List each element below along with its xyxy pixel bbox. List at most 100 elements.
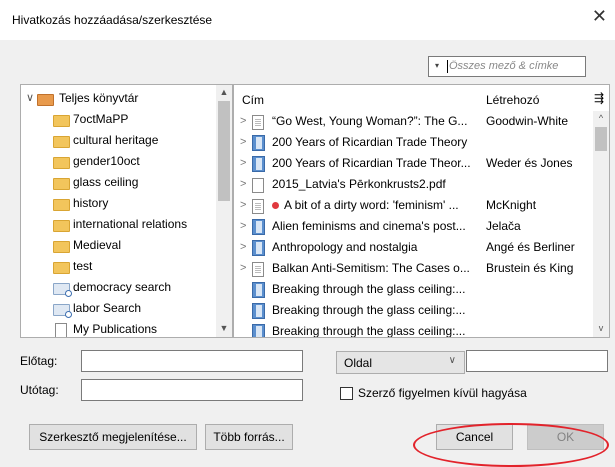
item-row[interactable]: > A bit of a dirty word: 'feminism' ... Mc… [234,195,596,216]
item-row[interactable]: >200 Years of Ricardian Trade Theor... We… [234,153,596,174]
saved-search-icon [53,304,72,318]
collection-item[interactable]: glass ceiling [21,172,216,193]
item-title: 200 Years of Ricardian Trade Theory [272,135,468,149]
text-caret [447,60,448,73]
publications-icon [55,323,67,337]
collection-root-label: Teljes könyvtár [59,91,139,105]
item-title: Alien feminisms and cinema's post... [272,219,466,233]
folder-icon [53,136,70,148]
items-pane[interactable]: Cím Létrehozó ⇶ > “Go West, Young Woman?”… [233,84,610,338]
scroll-thumb[interactable] [218,101,230,201]
expand-chevron-icon[interactable]: > [240,132,246,153]
collection-item[interactable]: 7octMaPP [21,109,216,130]
column-header-title[interactable]: Cím [242,93,264,107]
item-row[interactable]: > Alien feminisms and cinema's post... Jel… [234,216,596,237]
collapse-chevron-icon[interactable]: ∨ [26,88,34,109]
item-title: Breaking through the glass ceiling:... [272,282,466,296]
scroll-down-icon[interactable]: ▼ [216,323,232,333]
red-tag-dot-icon [272,202,279,209]
folder-icon [53,262,70,274]
collection-item[interactable]: gender10oct [21,151,216,172]
book-icon [252,135,265,151]
item-row[interactable]: Breaking through the glass ceiling:... [234,300,596,321]
collection-item[interactable]: test [21,256,216,277]
item-creator: Brustein és King [486,261,574,275]
collection-item[interactable]: labor Search [21,298,216,319]
prefix-input[interactable] [81,350,303,372]
scroll-up-icon[interactable]: ▲ [216,87,232,97]
item-creator: Weder és Jones [486,156,573,170]
document-icon [252,262,264,277]
expand-chevron-icon[interactable]: > [240,111,246,132]
book-icon [252,303,265,319]
collection-root[interactable]: ∨ Teljes könyvtár [21,88,216,109]
pdf-icon [252,178,264,193]
item-row[interactable]: Breaking through the glass ceiling:... [234,279,596,300]
item-row[interactable]: > Balkan Anti-Semitism: The Cases o... Bru… [234,258,596,279]
locator-select-value: Oldal [344,356,373,370]
close-icon[interactable]: ✕ [592,6,607,27]
expand-chevron-icon[interactable]: > [240,195,246,216]
show-editor-button[interactable]: Szerkesztő megjelenítése... [29,424,197,450]
collection-item-label: 7octMaPP [73,112,129,126]
expand-chevron-icon[interactable]: > [240,216,246,237]
collection-item-label: labor Search [73,301,142,315]
title-bar: Hivatkozás hozzáadása/szerkesztése ✕ [0,0,615,40]
expand-chevron-icon[interactable]: > [240,174,246,195]
collection-item[interactable]: democracy search [21,277,216,298]
expand-chevron-icon[interactable]: > [240,258,246,279]
locator-select[interactable]: Oldal ∨ [336,351,465,374]
item-title: 200 Years of Ricardian Trade Theor... [272,156,471,170]
collection-item-label: history [73,196,109,210]
collection-item[interactable]: My Publications [21,319,216,337]
collection-item-label: gender10oct [73,154,140,168]
book-icon [252,282,265,298]
collection-item-label: glass ceiling [73,175,139,189]
item-title: “Go West, Young Woman?”: The G... [272,114,468,128]
folder-icon [53,199,70,211]
item-row[interactable]: > Anthropology and nostalgia Angé és Berli… [234,237,596,258]
item-row[interactable]: >2015_Latvia's Pērkonkrusts2.pdf [234,174,596,195]
scroll-thumb[interactable] [595,127,607,151]
collection-item[interactable]: Medieval [21,235,216,256]
folder-icon [53,178,70,190]
expand-chevron-icon[interactable]: > [240,153,246,174]
folder-icon [53,220,70,232]
suffix-label: Utótag: [20,383,59,397]
locator-input[interactable] [466,350,608,372]
column-picker-icon[interactable]: ⇶ [594,91,604,105]
collection-item-label: cultural heritage [73,133,159,147]
items-scrollbar[interactable]: ^ v [593,111,609,337]
chevron-down-icon: ∨ [448,355,456,366]
item-row[interactable]: >200 Years of Ricardian Trade Theory [234,132,596,153]
item-row[interactable]: Breaking through the glass ceiling:... [234,321,596,338]
item-title: Breaking through the glass ceiling:... [272,303,466,317]
book-icon [252,240,265,256]
book-icon [252,219,265,235]
search-box[interactable]: ▾ [428,56,586,77]
omit-author-label[interactable]: Szerző figyelmen kívül hagyása [358,386,527,400]
folder-icon [53,157,70,169]
saved-search-icon [53,283,72,297]
search-input[interactable] [449,58,579,74]
prefix-label: Előtag: [20,354,58,368]
column-header-creator[interactable]: Létrehozó [486,93,539,107]
collections-scrollbar[interactable]: ▲ ▼ [216,85,232,337]
collection-item[interactable]: cultural heritage [21,130,216,151]
item-row[interactable]: > “Go West, Young Woman?”: The G... Goodwi… [234,111,596,132]
expand-chevron-icon[interactable]: > [240,237,246,258]
omit-author-checkbox[interactable] [340,387,353,400]
scroll-up-icon[interactable]: ^ [593,113,609,123]
search-mode-dropdown-icon[interactable]: ▾ [435,61,439,70]
red-highlight-ellipse [413,423,609,467]
item-title: A bit of a dirty word: 'feminism' ... [284,198,459,212]
item-creator: Goodwin-White [486,114,569,128]
item-title: 2015_Latvia's Pērkonkrusts2.pdf [272,177,446,191]
multiple-sources-button[interactable]: Több forrás... [205,424,293,450]
suffix-input[interactable] [81,379,303,401]
scroll-down-icon[interactable]: v [593,323,609,333]
collections-pane[interactable]: ∨ Teljes könyvtár 7octMaPP cultural herit… [20,84,233,338]
item-title: Breaking through the glass ceiling:... [272,324,466,338]
collection-item[interactable]: history [21,193,216,214]
collection-item[interactable]: international relations [21,214,216,235]
